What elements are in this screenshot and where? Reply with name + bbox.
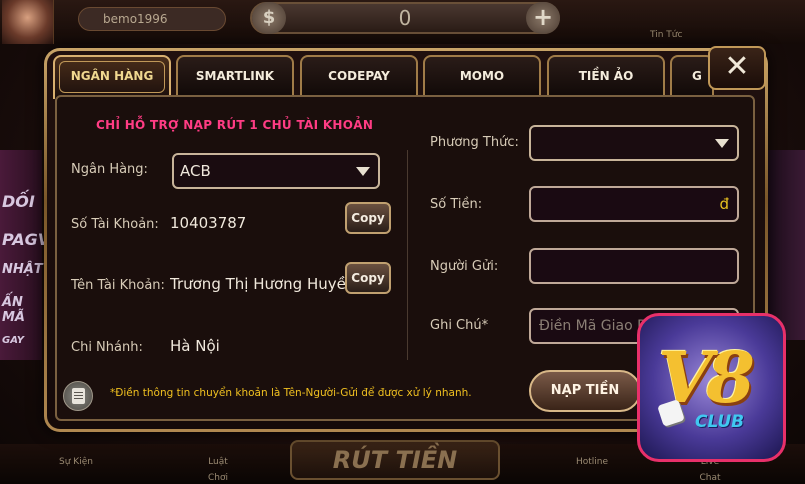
info-text: *Điền thông tin chuyển khoản là Tên-Ngườ… [110, 387, 472, 399]
balance-bar: 0 $ + [250, 2, 560, 34]
tab-momo-label: MOMO [459, 69, 505, 83]
copy-account-name-button[interactable]: Copy [345, 262, 391, 294]
news-label[interactable]: Tin Tức [650, 30, 682, 40]
banner-text: ẤN MÃ [2, 295, 25, 325]
tab-momo[interactable]: MOMO [423, 55, 541, 95]
tab-smartlink-label: SMARTLINK [195, 69, 275, 83]
tab-codepay-label: CODEPAY [328, 69, 390, 83]
account-name-label: Tên Tài Khoản: [71, 278, 165, 293]
avatar[interactable] [2, 0, 54, 44]
support-note: CHỈ HỖ TRỢ NẠP RÚT 1 CHỦ TÀI KHOẢN [96, 118, 374, 132]
method-label: Phương Thức: [430, 135, 519, 150]
tab-codepay[interactable]: CODEPAY [300, 55, 418, 95]
account-number-value: 10403787 [170, 214, 247, 232]
deposit-submit-button[interactable]: NẠP TIỀN [529, 370, 641, 412]
tab-smartlink[interactable]: SMARTLINK [176, 55, 294, 95]
tab-crypto-label: TIỀN ẢO [578, 69, 634, 83]
withdraw-button[interactable]: RÚT TIỀN [290, 440, 500, 480]
amount-label: Số Tiền: [430, 197, 483, 212]
document-icon [63, 381, 93, 411]
dollar-icon: $ [252, 2, 286, 34]
tab-active-outline [59, 61, 165, 93]
close-icon: ✕ [724, 49, 750, 84]
close-button[interactable]: ✕ [708, 46, 766, 90]
sender-label: Người Gửi: [430, 259, 499, 274]
bank-label: Ngân Hàng: [71, 162, 148, 177]
note-label: Ghi Chú* [430, 318, 489, 333]
rules-label: Luật Chơi [208, 457, 228, 483]
account-number-label: Số Tài Khoản: [71, 217, 159, 232]
bank-select-value: ACB [180, 162, 211, 180]
bank-select[interactable]: ACB [172, 153, 380, 189]
tab-more-label: G [692, 69, 702, 83]
sender-input[interactable] [529, 248, 739, 284]
branch-value: Hà Nội [170, 337, 220, 355]
rules-button[interactable]: Luật Chơi [198, 452, 238, 483]
hotline-button[interactable]: Hotline [572, 452, 612, 478]
balance-value: 0 [398, 6, 412, 30]
events-button[interactable]: Sự Kiện [56, 452, 96, 478]
hotline-label: Hotline [575, 457, 609, 467]
currency-sign: đ [719, 195, 729, 213]
v8-club-logo: V8 CLUB [637, 313, 786, 462]
amount-input[interactable]: đ [529, 186, 739, 222]
left-promo-banner[interactable]: DỐI PAGV NHẬT ẤN MÃ GAY [0, 150, 50, 360]
banner-text: GAY [2, 335, 25, 346]
banner-text: DỐI [2, 192, 35, 211]
events-label: Sự Kiện [59, 457, 93, 467]
right-promo-banner[interactable] [763, 150, 805, 340]
banner-text: PAGV [2, 230, 51, 249]
method-select[interactable] [529, 125, 739, 161]
top-bar: bemo1996 0 $ + Tin Tức [0, 0, 805, 44]
banner-text: NHẬT [2, 262, 43, 277]
account-name-value: Trương Thị Hương Huyền [170, 275, 346, 293]
tab-bank[interactable]: NGÂN HÀNG [53, 55, 171, 99]
chevron-down-icon [356, 167, 370, 176]
chevron-down-icon [715, 139, 729, 148]
logo-sub-text: CLUB [695, 412, 745, 432]
column-divider [407, 150, 408, 360]
copy-account-number-button[interactable]: Copy [345, 202, 391, 234]
username-display: bemo1996 [78, 7, 226, 31]
tab-crypto[interactable]: TIỀN ẢO [547, 55, 665, 95]
branch-label: Chi Nhánh: [71, 340, 143, 355]
add-coin-button[interactable]: + [526, 2, 560, 34]
